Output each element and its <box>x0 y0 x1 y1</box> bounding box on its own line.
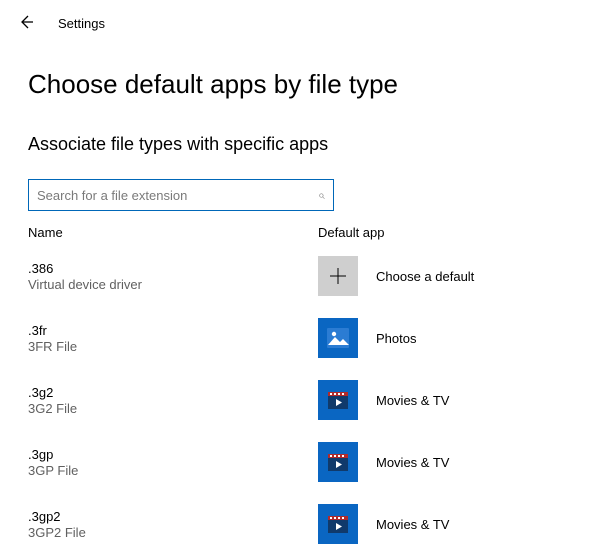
app-label: Movies & TV <box>376 455 449 470</box>
list-item: .386 Virtual device driver Choose a defa… <box>28 256 572 296</box>
app-label: Photos <box>376 331 416 346</box>
list-item: .3fr 3FR File Photos <box>28 318 572 358</box>
search-icon: ⌕ <box>318 188 325 203</box>
file-description: 3GP File <box>28 463 318 478</box>
file-extension: .3gp2 <box>28 509 318 524</box>
column-name-header: Name <box>28 225 318 240</box>
default-app-button[interactable]: Choose a default <box>318 256 474 296</box>
section-title: Associate file types with specific apps <box>28 134 572 155</box>
file-extension: .3fr <box>28 323 318 338</box>
file-description: 3GP2 File <box>28 525 318 540</box>
back-arrow-icon <box>18 14 34 30</box>
header-title: Settings <box>58 16 105 31</box>
file-type-info: .3gp2 3GP2 File <box>28 509 318 540</box>
default-app-button[interactable]: Movies & TV <box>318 504 449 544</box>
file-extension: .3gp <box>28 447 318 462</box>
columns-header: Name Default app <box>28 225 572 240</box>
search-input[interactable] <box>37 188 318 203</box>
page-title: Choose default apps by file type <box>28 69 572 100</box>
movies-tv-app-icon <box>318 442 358 482</box>
file-description: Virtual device driver <box>28 277 318 292</box>
default-app-button[interactable]: Movies & TV <box>318 380 449 420</box>
file-description: 3FR File <box>28 339 318 354</box>
plus-icon <box>318 256 358 296</box>
content-area: Choose default apps by file type Associa… <box>0 41 600 544</box>
list-item: .3gp2 3GP2 File Movies & TV <box>28 504 572 544</box>
list-item: .3gp 3GP File Movies & TV <box>28 442 572 482</box>
file-type-info: .3fr 3FR File <box>28 323 318 354</box>
file-type-info: .3g2 3G2 File <box>28 385 318 416</box>
file-description: 3G2 File <box>28 401 318 416</box>
search-box[interactable]: ⌕ <box>28 179 334 211</box>
list-item: .3g2 3G2 File Movies & TV <box>28 380 572 420</box>
file-type-info: .3gp 3GP File <box>28 447 318 478</box>
file-type-list: .386 Virtual device driver Choose a defa… <box>28 256 572 544</box>
app-label: Movies & TV <box>376 517 449 532</box>
file-extension: .3g2 <box>28 385 318 400</box>
file-type-info: .386 Virtual device driver <box>28 261 318 292</box>
movies-tv-app-icon <box>318 380 358 420</box>
movies-tv-app-icon <box>318 504 358 544</box>
app-label: Movies & TV <box>376 393 449 408</box>
default-app-button[interactable]: Photos <box>318 318 416 358</box>
photos-app-icon <box>318 318 358 358</box>
app-label: Choose a default <box>376 269 474 284</box>
default-app-button[interactable]: Movies & TV <box>318 442 449 482</box>
file-extension: .386 <box>28 261 318 276</box>
back-button[interactable] <box>12 10 40 37</box>
column-app-header: Default app <box>318 225 572 240</box>
header-bar: Settings <box>0 0 600 41</box>
